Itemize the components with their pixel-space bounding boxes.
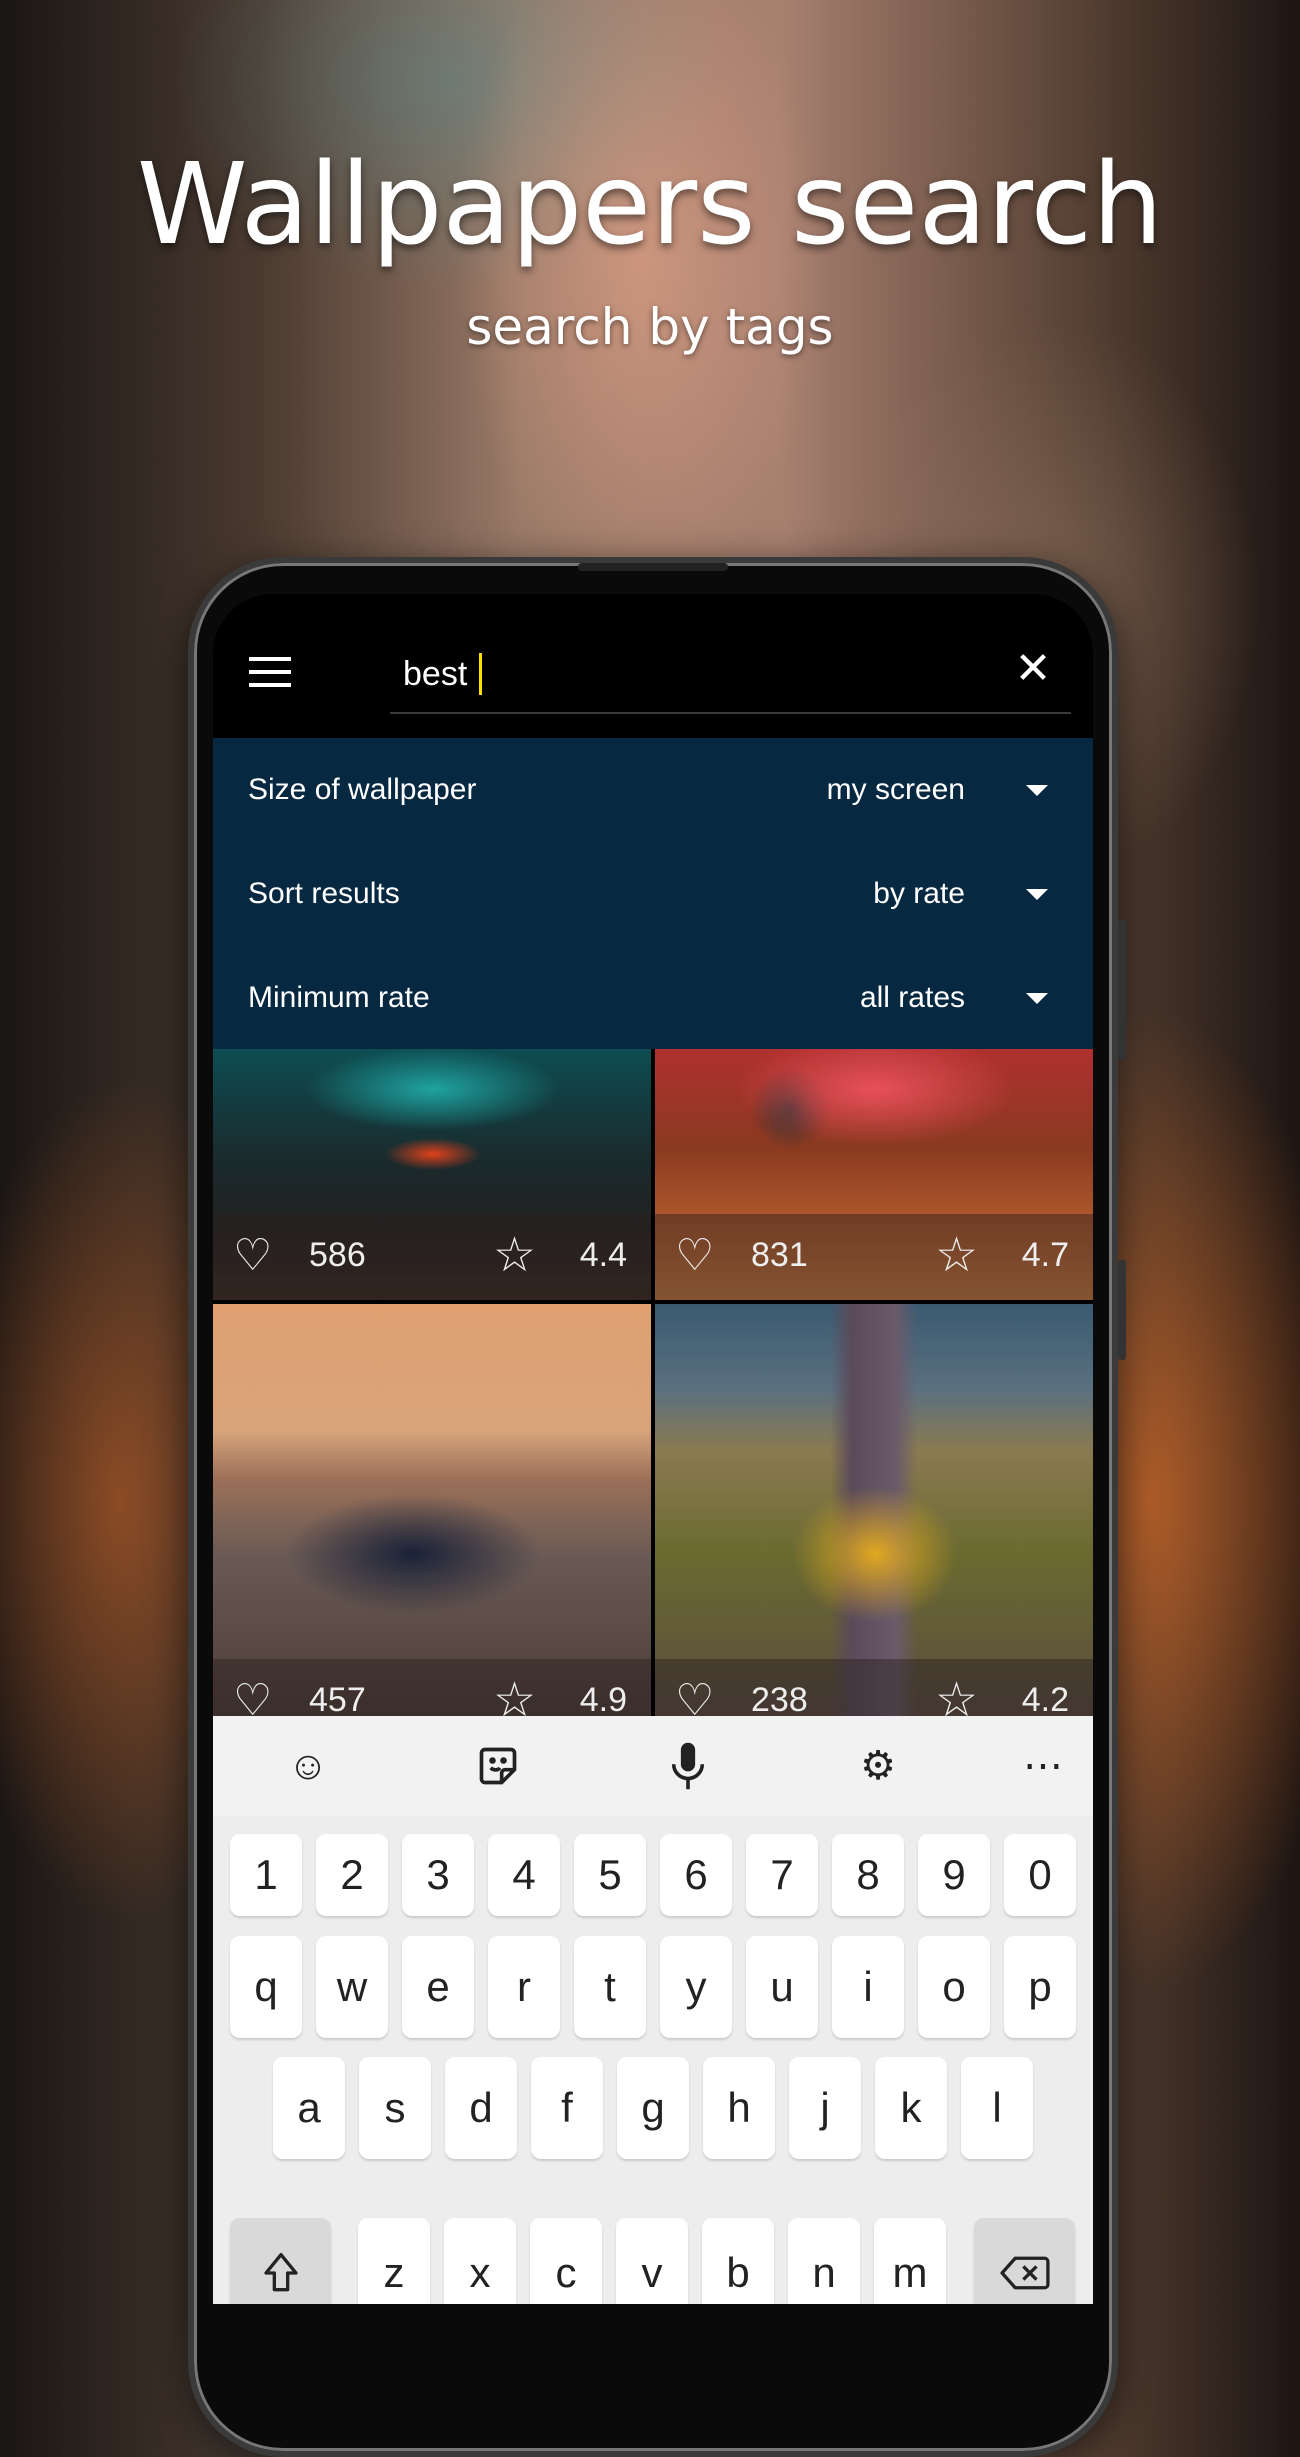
wallpaper-tile[interactable]: ♡ 457 ☆ 4.9 [213,1304,651,1716]
filter-label: Minimum rate [248,981,430,1014]
key-r[interactable]: r [488,1936,560,2038]
shift-key[interactable] [230,2218,331,2304]
key-1[interactable]: 1 [230,1834,302,1916]
key-w[interactable]: w [316,1936,388,2038]
like-count: 831 [751,1236,808,1274]
key-4[interactable]: 4 [488,1834,560,1916]
key-8[interactable]: 8 [832,1834,904,1916]
hero-subtitle: search by tags [466,298,834,356]
key-n[interactable]: n [788,2218,860,2304]
key-k[interactable]: k [875,2057,947,2159]
star-icon[interactable]: ☆ [935,1677,978,1717]
key-v[interactable]: v [616,2218,688,2304]
key-7[interactable]: 7 [746,1834,818,1916]
key-s[interactable]: s [359,2057,431,2159]
like-count: 586 [309,1236,366,1274]
heart-icon[interactable]: ♡ [675,1679,714,1717]
text-caret [479,653,483,695]
key-o[interactable]: o [918,1936,990,2038]
settings-icon[interactable]: ⚙ [853,1741,903,1791]
key-p[interactable]: p [1004,1936,1076,2038]
rating: 4.7 [1021,1236,1069,1274]
key-c[interactable]: c [530,2218,602,2304]
filter-panel: Size of wallpaper my screen Sort results… [213,738,1093,1049]
dropdown-arrow-icon [1026,888,1048,900]
sticker-icon[interactable] [473,1741,523,1791]
phone-power-button [1118,1260,1126,1360]
dropdown-arrow-icon [1026,992,1048,1004]
phone-speaker [578,563,728,571]
keyboard-toolbar: ☺ ⚙ ⋯ [213,1716,1093,1816]
wallpaper-stats: ♡ 457 ☆ 4.9 [213,1659,651,1716]
like-count: 238 [751,1681,808,1716]
wallpaper-tile[interactable]: ♡ 238 ☆ 4.2 [655,1304,1093,1716]
key-5[interactable]: 5 [574,1834,646,1916]
filter-value: by rate [873,877,965,910]
star-icon[interactable]: ☆ [935,1232,978,1280]
search-input[interactable]: best [403,644,803,704]
key-q[interactable]: q [230,1936,302,2038]
search-value: best [403,655,468,693]
key-6[interactable]: 6 [660,1834,732,1916]
like-count: 457 [309,1681,366,1716]
hero-title: Wallpapers search [136,140,1164,270]
filter-label: Size of wallpaper [248,773,477,806]
key-y[interactable]: y [660,1936,732,2038]
key-h[interactable]: h [703,2057,775,2159]
search-underline [390,712,1071,714]
filter-min-rate-dropdown[interactable]: Minimum rate all rates [213,946,1093,1050]
shift-icon [263,2253,298,2292]
filter-label: Sort results [248,877,400,910]
key-g[interactable]: g [617,2057,689,2159]
backspace-key[interactable] [974,2218,1075,2304]
star-icon[interactable]: ☆ [493,1232,536,1280]
dropdown-arrow-icon [1026,784,1048,796]
wallpaper-stats: ♡ 238 ☆ 4.2 [655,1659,1093,1716]
rating: 4.2 [1021,1681,1069,1716]
key-d[interactable]: d [445,2057,517,2159]
key-i[interactable]: i [832,1936,904,2038]
key-f[interactable]: f [531,2057,603,2159]
emoji-icon[interactable]: ☺ [283,1741,333,1791]
heart-icon[interactable]: ♡ [233,1679,272,1717]
close-icon[interactable]: ✕ [1008,644,1058,694]
key-3[interactable]: 3 [402,1834,474,1916]
key-b[interactable]: b [702,2218,774,2304]
rating: 4.9 [579,1681,627,1716]
key-m[interactable]: m [874,2218,946,2304]
key-0[interactable]: 0 [1004,1834,1076,1916]
heart-icon[interactable]: ♡ [233,1234,272,1278]
wallpaper-stats: ♡ 586 ☆ 4.4 [213,1214,651,1300]
wallpaper-stats: ♡ 831 ☆ 4.7 [655,1214,1093,1300]
key-l[interactable]: l [961,2057,1033,2159]
backspace-icon [999,2256,1050,2290]
hamburger-icon[interactable] [249,657,291,687]
key-a[interactable]: a [273,2057,345,2159]
heart-icon[interactable]: ♡ [675,1234,714,1278]
microphone-icon[interactable] [663,1741,713,1791]
filter-value: all rates [859,981,965,1014]
key-u[interactable]: u [746,1936,818,2038]
key-j[interactable]: j [789,2057,861,2159]
star-icon[interactable]: ☆ [493,1677,536,1717]
filter-value: my screen [826,773,965,806]
key-z[interactable]: z [358,2218,430,2304]
search-toolbar: best ✕ [213,594,1093,738]
key-e[interactable]: e [402,1936,474,2038]
filter-size-dropdown[interactable]: Size of wallpaper my screen [213,738,1093,842]
wallpaper-tile[interactable]: ♡ 831 ☆ 4.7 [655,1049,1093,1300]
more-icon[interactable]: ⋯ [1018,1741,1068,1791]
app-screen: best ✕ Size of wallpaper my screen Sort … [213,594,1093,2304]
onscreen-keyboard: ☺ ⚙ ⋯ 1234567890 qwertyuiop asdfghjkl zxcvb… [213,1716,1093,2304]
phone-volume-button [1118,920,1126,1060]
key-9[interactable]: 9 [918,1834,990,1916]
key-x[interactable]: x [444,2218,516,2304]
wallpaper-tile[interactable]: ♡ 586 ☆ 4.4 [213,1049,651,1300]
rating: 4.4 [579,1236,627,1274]
key-t[interactable]: t [574,1936,646,2038]
filter-sort-dropdown[interactable]: Sort results by rate [213,842,1093,946]
wallpaper-grid: ♡ 586 ☆ 4.4 ♡ 831 ☆ 4.7 ♡ 457 ☆ 4.9 ♡ 23… [213,1049,1093,1716]
key-2[interactable]: 2 [316,1834,388,1916]
